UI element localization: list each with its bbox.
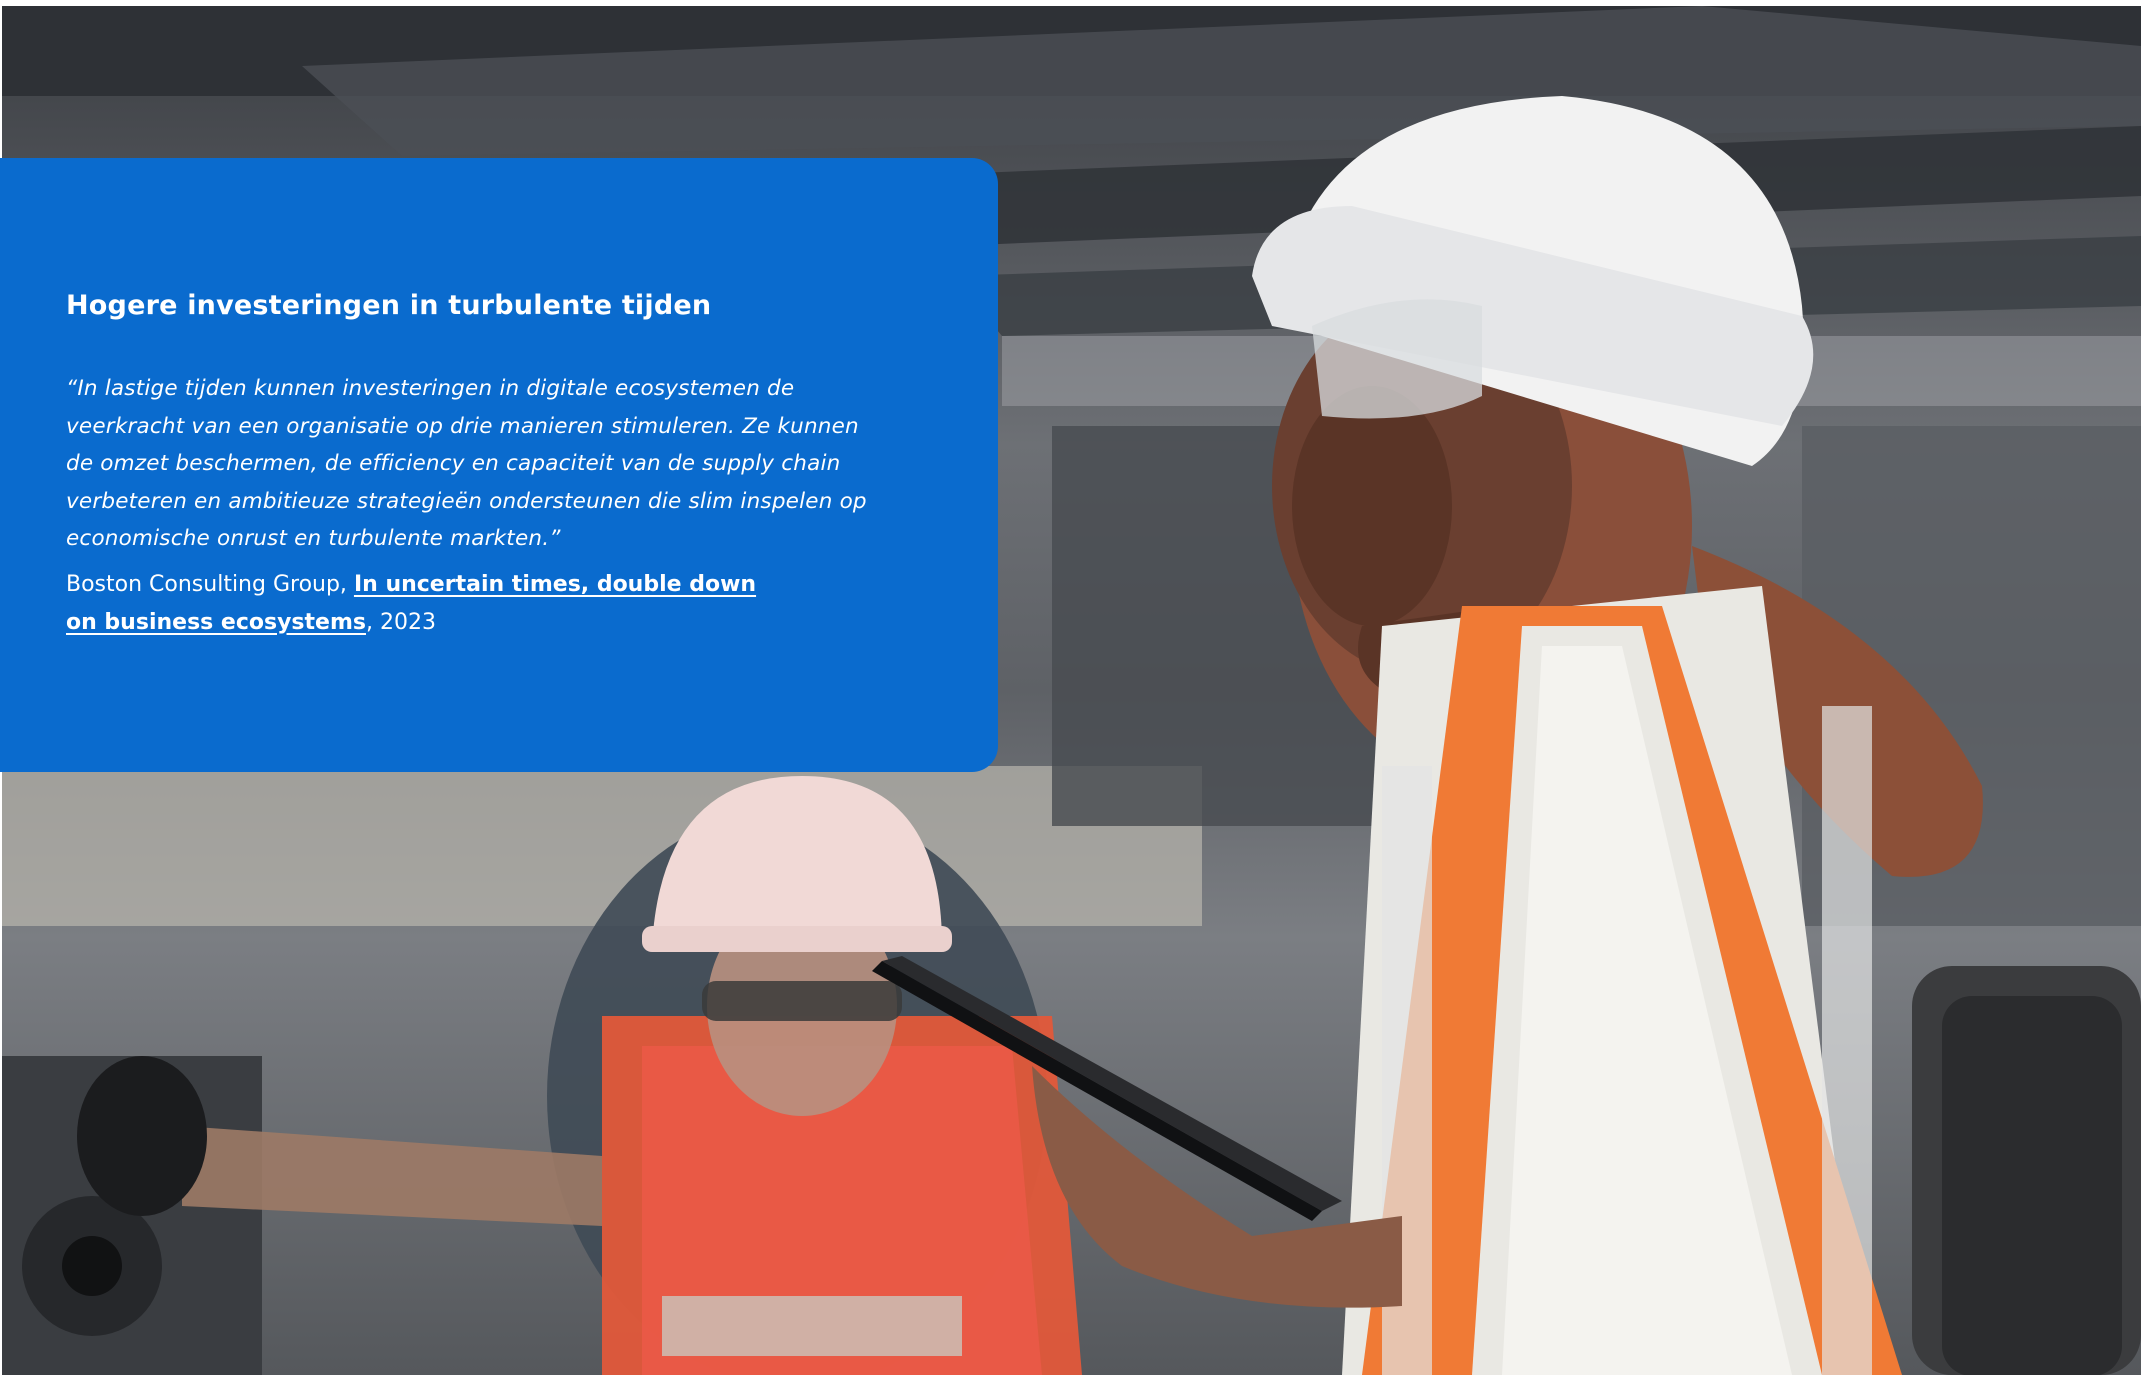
- quote-card: Hogere investeringen in turbulente tijde…: [0, 158, 998, 772]
- source-year: , 2023: [365, 609, 436, 635]
- quote-text: “In lastige tijden kunnen investeringen …: [66, 376, 867, 551]
- source-organization: Boston Consulting Group,: [66, 571, 354, 597]
- quote-source: Boston Consulting Group, In uncertain ti…: [66, 566, 766, 642]
- page: Hogere investeringen in turbulente tijde…: [0, 0, 2141, 1375]
- card-title: Hogere investeringen in turbulente tijde…: [66, 290, 712, 321]
